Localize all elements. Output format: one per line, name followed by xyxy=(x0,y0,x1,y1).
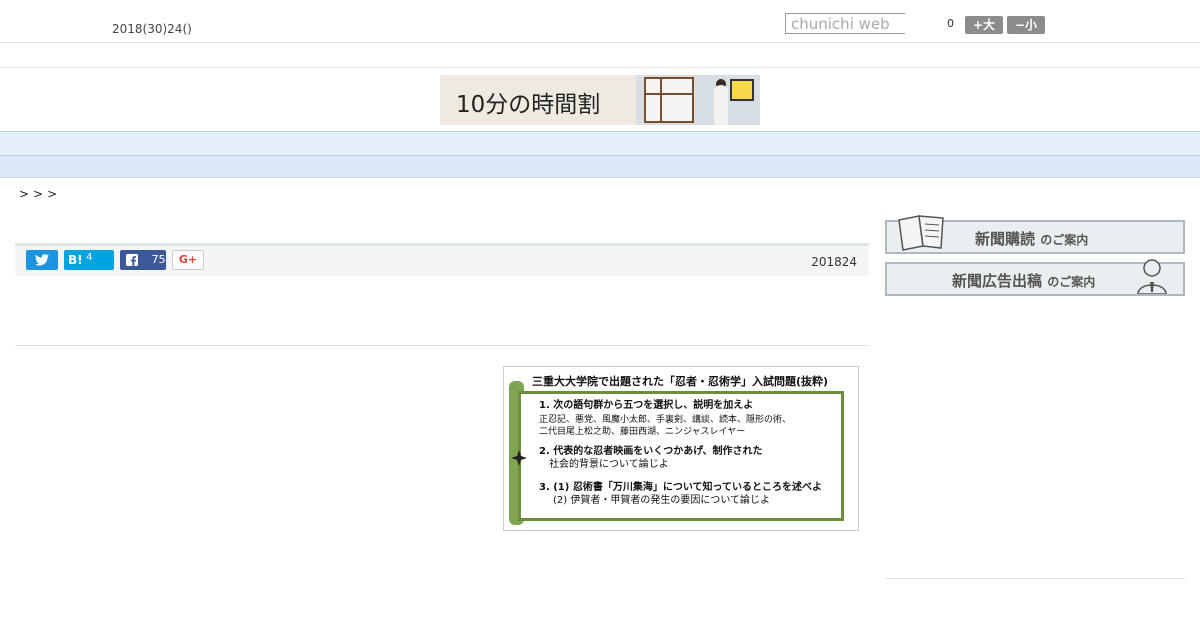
header-date: 2018(30)24() xyxy=(112,22,192,36)
share-bar: B! 4 75 G+ 201824 xyxy=(15,243,869,276)
nav-item[interactable] xyxy=(178,136,204,155)
banner-text: 10分の時間割 xyxy=(456,92,601,118)
facebook-count: 75 xyxy=(151,253,166,266)
ad-banner[interactable]: 10分の時間割 xyxy=(440,75,760,125)
counter: 0 xyxy=(947,17,954,30)
banner-photo xyxy=(636,75,760,125)
sub-nav xyxy=(0,156,1200,178)
article-date: 201824 xyxy=(811,255,857,269)
hatena-bookmark-button[interactable]: B! 4 xyxy=(64,250,114,270)
question-2: 2. 代表的な忍者映画をいくつかあげ、制作された xyxy=(539,446,763,457)
font-size-small-button[interactable]: −小 xyxy=(1007,16,1045,34)
nav-item[interactable] xyxy=(658,136,684,155)
person-graphic xyxy=(714,85,728,125)
window-graphic xyxy=(644,77,694,123)
facebook-share-button[interactable]: 75 xyxy=(120,250,166,270)
question-2-cont: 社会的背景について論じよ xyxy=(549,459,669,470)
ninja-star-icon xyxy=(511,450,527,466)
sidebar-divider xyxy=(885,578,1185,579)
question-3-cont: (2) 伊賀者・甲賀者の発生の要因について論じよ xyxy=(553,495,771,506)
twitter-icon xyxy=(35,254,49,266)
nav-item[interactable] xyxy=(818,136,844,155)
question-3: 3. (1) 忍術書「万川集海」について知っているところを述べよ xyxy=(539,482,823,493)
nav-item[interactable] xyxy=(578,136,604,155)
advertising-ad-sub: のご案内 xyxy=(1047,275,1096,289)
subscription-ad-sub: のご案内 xyxy=(1040,233,1089,247)
facebook-icon xyxy=(126,254,138,266)
search-input[interactable]: chunichi web xyxy=(785,13,905,34)
nav-item[interactable] xyxy=(738,136,764,155)
content-divider xyxy=(15,345,869,346)
article-figure[interactable]: 三重大大学院で出題された「忍者・忍術学」入試問題(抜粋) 1. 次の語句群から五… xyxy=(503,366,859,531)
hatena-label: B! xyxy=(68,253,83,267)
subscription-ad-label: 新聞購読 のご案内 xyxy=(975,228,1088,249)
breadcrumb[interactable]: >>> xyxy=(19,187,61,201)
question-1: 1. 次の語句群から五つを選択し、説明を加えよ xyxy=(539,400,754,411)
hatena-count: 4 xyxy=(86,252,93,263)
nav-item[interactable] xyxy=(498,136,524,155)
newspaper-icon xyxy=(898,215,944,251)
sub-bar xyxy=(0,43,1200,68)
businessman-icon xyxy=(1137,259,1167,294)
advertising-ad-label: 新聞広告出稿 のご案内 xyxy=(952,270,1095,291)
nav-item[interactable] xyxy=(258,136,284,155)
question-1-words: 正忍記、悪党、風魔小太郎、手裏剣、講談、読本、隠形の術、 xyxy=(539,415,792,425)
scroll-graphic: 1. 次の語句群から五つを選択し、説明を加えよ 正忍記、悪党、風魔小太郎、手裏剣… xyxy=(511,391,844,521)
question-1-words-cont: 二代目尾上松之助、藤田西湖、ニンジャスレイヤー xyxy=(539,427,746,437)
board-graphic xyxy=(730,79,754,101)
nav-item[interactable] xyxy=(418,136,444,155)
advertising-ad-button[interactable]: 新聞広告出稿 のご案内 xyxy=(885,259,1185,296)
font-size-large-button[interactable]: +大 xyxy=(965,16,1003,34)
main-nav xyxy=(0,131,1200,156)
figure-title: 三重大大学院で出題された「忍者・忍術学」入試問題(抜粋) xyxy=(532,375,829,388)
subscription-ad-main: 新聞購読 xyxy=(975,230,1036,248)
top-bar: 2018(30)24() chunichi web 0 +大 −小 xyxy=(0,0,1200,43)
googleplus-share-button[interactable]: G+ xyxy=(172,250,204,270)
nav-item[interactable] xyxy=(338,136,364,155)
advertising-ad-main: 新聞広告出稿 xyxy=(952,272,1043,290)
subscription-ad-button[interactable]: 新聞購読 のご案内 xyxy=(885,215,1185,254)
twitter-share-button[interactable] xyxy=(26,250,58,270)
